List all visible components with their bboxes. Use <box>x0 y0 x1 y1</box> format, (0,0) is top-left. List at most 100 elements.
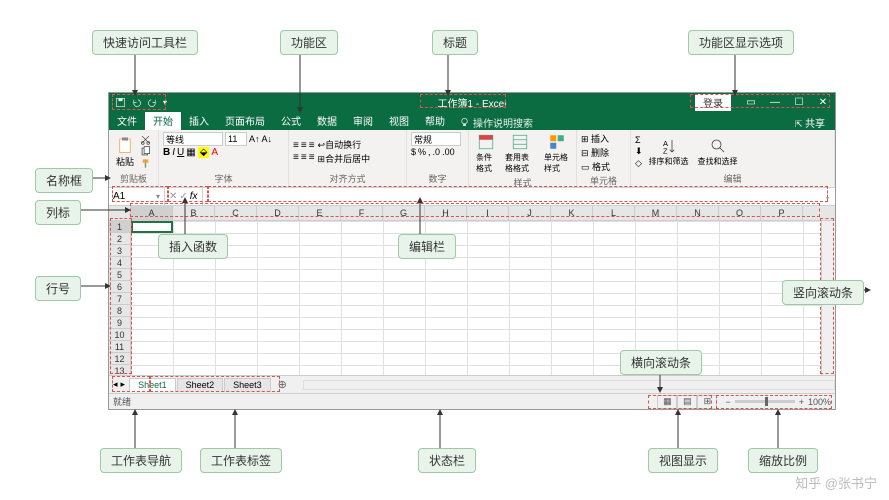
align-right-icon[interactable]: ≡ <box>309 152 315 163</box>
redo-icon[interactable] <box>147 97 158 108</box>
align-bottom-icon[interactable]: ≡ <box>309 140 315 151</box>
row-header[interactable]: 5 <box>109 269 130 281</box>
sheet-nav-buttons[interactable]: ◂ ▸ <box>109 379 129 390</box>
paste-button[interactable]: 粘贴 <box>113 135 137 169</box>
align-center-icon[interactable]: ≡ <box>301 152 307 163</box>
horizontal-scrollbar[interactable] <box>303 380 835 390</box>
column-header[interactable]: H <box>425 206 467 220</box>
sheet-tab[interactable]: Sheet1 <box>129 378 176 392</box>
formula-bar[interactable] <box>203 188 821 205</box>
select-all-corner[interactable] <box>109 206 131 220</box>
increase-decimal-icon[interactable]: .0 <box>433 147 441 157</box>
comma-icon[interactable]: , <box>428 147 431 157</box>
qat-dropdown-icon[interactable]: ▾ <box>163 98 167 107</box>
save-icon[interactable] <box>115 97 126 108</box>
decrease-decimal-icon[interactable]: .00 <box>442 147 455 157</box>
copy-icon[interactable] <box>140 146 151 157</box>
format-cells-button[interactable]: ▭ 格式 <box>581 160 610 173</box>
share-button[interactable]: ⇱ 共享 <box>785 115 835 130</box>
row-header[interactable]: 11 <box>109 341 130 353</box>
row-header[interactable]: 9 <box>109 317 130 329</box>
row-header[interactable]: 2 <box>109 233 130 245</box>
row-header[interactable]: 8 <box>109 305 130 317</box>
align-top-icon[interactable]: ≡ <box>293 140 299 151</box>
column-header[interactable]: G <box>383 206 425 220</box>
column-header[interactable]: O <box>719 206 761 220</box>
tab-file[interactable]: 文件 <box>109 111 145 130</box>
page-layout-view-button[interactable]: ▤ <box>677 395 697 409</box>
column-header[interactable]: I <box>467 206 509 220</box>
cancel-formula-icon[interactable]: ✕ <box>169 191 177 202</box>
align-left-icon[interactable]: ≡ <box>293 152 299 163</box>
row-header[interactable]: 1 <box>109 221 130 233</box>
column-header[interactable]: B <box>173 206 215 220</box>
sort-filter-button[interactable]: AZ排序和筛选 <box>646 136 692 168</box>
tab-insert[interactable]: 插入 <box>181 111 217 130</box>
row-header[interactable]: 6 <box>109 281 130 293</box>
bold-button[interactable]: B <box>163 147 170 158</box>
new-sheet-icon[interactable]: ⊕ <box>272 378 293 391</box>
column-header[interactable]: F <box>341 206 383 220</box>
ribbon-display-options-icon[interactable]: ▭ <box>739 93 763 112</box>
zoom-slider[interactable] <box>735 400 795 403</box>
sheet-tab[interactable]: Sheet3 <box>224 378 271 392</box>
format-painter-icon[interactable] <box>140 158 151 169</box>
underline-button[interactable]: U <box>177 147 184 158</box>
column-header[interactable]: J <box>509 206 551 220</box>
minimize-icon[interactable]: — <box>763 93 787 112</box>
increase-font-icon[interactable]: A↑ <box>249 134 260 144</box>
percent-icon[interactable]: % <box>418 147 426 157</box>
row-header[interactable]: 3 <box>109 245 130 257</box>
tab-pagelayout[interactable]: 页面布局 <box>217 111 273 130</box>
find-select-button[interactable]: 查找和选择 <box>695 136 741 168</box>
fill-icon[interactable]: ⬇ <box>635 146 643 157</box>
tab-data[interactable]: 数据 <box>309 111 345 130</box>
column-header[interactable]: C <box>215 206 257 220</box>
decrease-font-icon[interactable]: A↓ <box>262 134 273 144</box>
zoom-out-button[interactable]: − <box>725 397 730 407</box>
name-box[interactable]: A1▾ <box>109 188 165 205</box>
row-header[interactable]: 13 <box>109 365 130 375</box>
zoom-in-button[interactable]: + <box>799 397 804 407</box>
align-middle-icon[interactable]: ≡ <box>301 140 307 151</box>
row-header[interactable]: 10 <box>109 329 130 341</box>
row-header[interactable]: 4 <box>109 257 130 269</box>
column-header[interactable]: P <box>761 206 803 220</box>
cut-icon[interactable] <box>140 134 151 145</box>
insert-function-button[interactable]: fx <box>190 191 198 202</box>
next-sheet-icon[interactable]: ▸ <box>121 379 126 390</box>
italic-button[interactable]: I <box>172 147 175 158</box>
currency-icon[interactable]: $ <box>411 147 416 157</box>
fill-color-icon[interactable]: ⬙ <box>198 147 210 158</box>
wrap-text-button[interactable]: ↩自动换行 <box>318 138 371 151</box>
cell-styles-button[interactable]: 单元格样式 <box>541 132 572 175</box>
row-header[interactable]: 12 <box>109 353 130 365</box>
enter-formula-icon[interactable]: ✓ <box>179 191 187 202</box>
cells-grid[interactable] <box>131 221 821 375</box>
border-icon[interactable]: ▦ <box>186 147 195 158</box>
insert-cells-button[interactable]: ⊞ 插入 <box>581 132 609 145</box>
column-header[interactable]: D <box>257 206 299 220</box>
maximize-icon[interactable]: ☐ <box>787 93 811 112</box>
number-format-select[interactable]: 常规 <box>411 132 461 146</box>
column-header[interactable]: A <box>131 206 173 220</box>
prev-sheet-icon[interactable]: ◂ <box>113 379 118 390</box>
clear-icon[interactable]: ◇ <box>635 158 643 169</box>
page-break-view-button[interactable]: ⊞ <box>697 395 717 409</box>
tab-formulas[interactable]: 公式 <box>273 111 309 130</box>
font-color-icon[interactable]: A <box>211 147 218 158</box>
column-header[interactable]: L <box>593 206 635 220</box>
tab-help[interactable]: 帮助 <box>417 111 453 130</box>
close-icon[interactable]: ✕ <box>811 93 835 112</box>
font-name-select[interactable]: 等线 <box>163 132 223 146</box>
undo-icon[interactable] <box>131 97 142 108</box>
tab-home[interactable]: 开始 <box>145 111 181 130</box>
zoom-level[interactable]: 100% <box>808 397 831 407</box>
tab-review[interactable]: 审阅 <box>345 111 381 130</box>
conditional-format-button[interactable]: 条件格式 <box>473 132 499 175</box>
merge-center-button[interactable]: ⊞合并后居中 <box>318 152 371 165</box>
sheet-tab[interactable]: Sheet2 <box>177 378 224 392</box>
login-button[interactable]: 登录 <box>695 94 731 111</box>
font-size-select[interactable]: 11 <box>225 132 247 146</box>
column-header[interactable]: K <box>551 206 593 220</box>
